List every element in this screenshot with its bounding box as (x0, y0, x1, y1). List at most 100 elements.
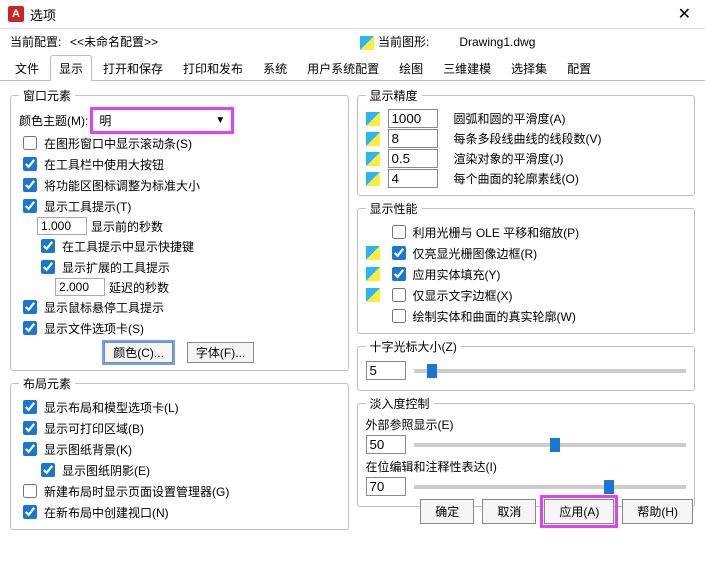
crosshair-slider[interactable] (414, 369, 687, 373)
refedit-fade-slider[interactable] (414, 485, 687, 489)
cancel-button[interactable]: 取消 (482, 499, 536, 524)
pline-seg-input[interactable] (388, 129, 438, 148)
cb-paper-bg-label: 显示图纸背景(K) (44, 441, 132, 458)
cb-tooltips[interactable] (23, 199, 37, 213)
precision-legend: 显示精度 (366, 87, 422, 104)
cb-big-buttons[interactable] (23, 157, 37, 171)
seconds-input[interactable] (37, 217, 87, 235)
cb-shortcut[interactable] (41, 239, 55, 253)
tab-3d[interactable]: 三维建模 (434, 55, 500, 81)
cb-paper-shadow-label: 显示图纸阴影(E) (62, 462, 150, 479)
color-theme-value: 明 (99, 112, 111, 129)
chevron-down-icon: ▼ (215, 115, 225, 126)
cb-scrollbars-label: 在图形窗口中显示滚动条(S) (44, 135, 192, 152)
dwg-pref-icon (366, 246, 380, 260)
slider-thumb-icon[interactable] (604, 480, 614, 494)
xref-fade-slider[interactable] (414, 443, 687, 447)
cb-solid-fill-label: 应用实体填充(Y) (413, 266, 501, 283)
render-smooth-label: 渲染对象的平滑度(J) (454, 150, 564, 167)
cb-pan-zoom-label: 利用光栅与 OLE 平移和缩放(P) (413, 224, 580, 241)
cb-tooltips-label: 显示工具提示(T) (44, 198, 131, 215)
contour-label: 每个曲面的轮廓素线(O) (454, 170, 579, 187)
arc-smooth-label: 圆弧和圆的平滑度(A) (454, 110, 566, 127)
xref-fade-input[interactable] (366, 435, 406, 454)
tab-draft[interactable]: 绘图 (390, 55, 432, 81)
render-smooth-input[interactable] (388, 149, 438, 168)
cb-create-vp-label: 在新布局中创建视口(N) (44, 504, 169, 521)
seconds-label: 显示前的秒数 (91, 218, 163, 235)
xref-fade-label: 外部参照显示(E) (366, 416, 687, 433)
cb-hover-tooltip[interactable] (23, 300, 37, 314)
winelem-legend: 窗口元素 (19, 87, 75, 104)
slider-thumb-icon[interactable] (550, 438, 560, 452)
crosshair-input[interactable] (366, 361, 406, 380)
dwg-pref-icon (366, 132, 380, 146)
arc-smooth-input[interactable] (388, 109, 438, 128)
tab-select[interactable]: 选择集 (502, 55, 556, 81)
cb-shortcut-label: 在工具提示中显示快捷键 (62, 238, 194, 255)
cb-image-frame[interactable] (392, 246, 406, 260)
fonts-button[interactable]: 字体(F)... (187, 342, 254, 363)
drawing-icon (360, 36, 374, 50)
ok-button[interactable]: 确定 (420, 499, 474, 524)
cb-pan-zoom[interactable] (392, 225, 406, 239)
refedit-fade-input[interactable] (366, 477, 406, 496)
app-icon: A (8, 6, 24, 22)
cb-ext-tooltip-label: 显示扩展的工具提示 (62, 259, 170, 276)
cb-ribbon-std-label: 将功能区图标调整为标准大小 (44, 177, 200, 194)
cb-ext-tooltip[interactable] (41, 260, 55, 274)
cb-create-vp[interactable] (23, 505, 37, 519)
cb-text-frame[interactable] (392, 288, 406, 302)
cb-paper-shadow[interactable] (41, 463, 55, 477)
cb-layout-tabs[interactable] (23, 400, 37, 414)
tab-system[interactable]: 系统 (254, 55, 296, 81)
tabs: 文件 显示 打开和保存 打印和发布 系统 用户系统配置 绘图 三维建模 选择集 … (0, 54, 705, 81)
fade-legend: 淡入度控制 (366, 395, 434, 412)
dwg-pref-icon (366, 172, 380, 186)
tab-userpref[interactable]: 用户系统配置 (298, 55, 388, 81)
cb-solid-fill[interactable] (392, 267, 406, 281)
cb-paper-bg[interactable] (23, 442, 37, 456)
cb-file-tabs[interactable] (23, 321, 37, 335)
help-button[interactable]: 帮助(H) (622, 499, 693, 524)
close-icon[interactable]: ✕ (672, 4, 697, 24)
tab-plot[interactable]: 打印和发布 (174, 55, 252, 81)
drawing-value: Drawing1.dwg (459, 35, 535, 49)
cb-page-setup-label: 新建布局时显示页面设置管理器(G) (44, 483, 229, 500)
tab-profiles[interactable]: 配置 (558, 55, 600, 81)
refedit-fade-label: 在位编辑和注释性表达(I) (366, 458, 687, 475)
cb-scrollbars[interactable] (23, 136, 37, 150)
tab-opensave[interactable]: 打开和保存 (94, 55, 172, 81)
cb-true-sil[interactable] (392, 309, 406, 323)
cb-file-tabs-label: 显示文件选项卡(S) (44, 320, 144, 337)
color-theme-label: 颜色主题(M): (19, 112, 88, 129)
dwg-pref-icon (366, 288, 380, 302)
colors-button[interactable]: 颜色(C)... (104, 342, 173, 363)
profile-label: 当前配置: (10, 33, 70, 50)
dwg-pref-icon (366, 267, 380, 281)
pline-seg-label: 每条多段线曲线的线段数(V) (454, 130, 602, 147)
cb-text-frame-label: 仅显示文字边框(X) (413, 287, 513, 304)
dwg-pref-icon (366, 152, 380, 166)
window-title: 选项 (30, 5, 672, 24)
crosshair-legend: 十字光标大小(Z) (366, 338, 461, 355)
cb-hover-tooltip-label: 显示鼠标悬停工具提示 (44, 299, 164, 316)
cb-big-buttons-label: 在工具栏中使用大按钮 (44, 156, 164, 173)
cb-ribbon-std[interactable] (23, 178, 37, 192)
contour-input[interactable] (388, 169, 438, 188)
drawing-label: 当前图形: (378, 33, 429, 50)
tab-file[interactable]: 文件 (6, 55, 48, 81)
cb-image-frame-label: 仅亮显光栅图像边框(R) (413, 245, 538, 262)
cb-page-setup[interactable] (23, 484, 37, 498)
perf-legend: 显示性能 (366, 200, 422, 217)
cb-printable-label: 显示可打印区域(B) (44, 420, 144, 437)
delay-input[interactable] (55, 278, 105, 296)
tab-display[interactable]: 显示 (50, 55, 92, 81)
cb-printable[interactable] (23, 421, 37, 435)
dwg-pref-icon (366, 112, 380, 126)
apply-button[interactable]: 应用(A) (544, 499, 614, 524)
layout-legend: 布局元素 (19, 375, 75, 392)
slider-thumb-icon[interactable] (427, 364, 437, 378)
color-theme-combo[interactable]: 明 ▼ (92, 109, 232, 132)
profile-value: <<未命名配置>> (70, 33, 310, 50)
